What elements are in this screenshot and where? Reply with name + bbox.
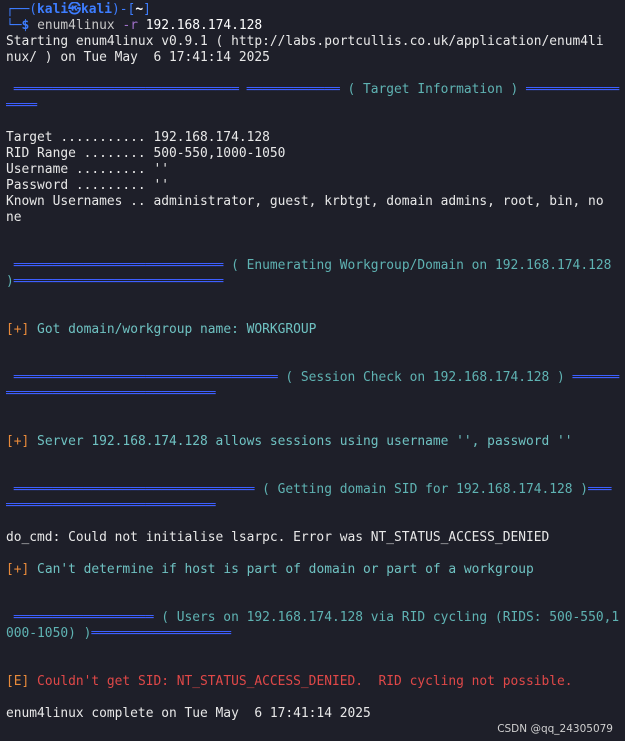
header-domain-sid: ═══════════════════════════════ ( Gettin… bbox=[6, 482, 612, 497]
csdn-watermark: CSDN @qq_24305079 bbox=[497, 723, 613, 735]
command-flag: -r bbox=[122, 18, 138, 33]
header-target-information: ═════════════════════════════ ══════════… bbox=[6, 82, 620, 97]
rid-range-line: RID Range ........ 500-550,1000-1050 bbox=[6, 146, 286, 161]
error-line: [E] Couldn't get SID: NT_STATUS_ACCESS_D… bbox=[6, 674, 573, 689]
known-usernames-line-2: ne bbox=[6, 210, 22, 225]
plus-tag: [+] bbox=[6, 434, 30, 449]
password-line: Password ......... '' bbox=[6, 178, 169, 193]
command-arg: 192.168.174.128 bbox=[145, 18, 263, 33]
target-line: Target ........... 192.168.174.128 bbox=[6, 130, 270, 145]
cant-determine-line: [+] Can't determine if host is part of d… bbox=[6, 562, 534, 577]
terminal-window[interactable]: ┌──(kali㉿kali)-[~] └─$ enum4linux -r 192… bbox=[0, 0, 625, 741]
prompt-dir: ~ bbox=[135, 2, 144, 17]
command-line[interactable]: └─$ enum4linux -r 192.168.174.128 bbox=[6, 18, 625, 34]
command-name: enum4linux bbox=[37, 18, 115, 33]
got-domain-line: [+] Got domain/workgroup name: WORKGROUP bbox=[6, 322, 317, 337]
prompt-host: kali bbox=[80, 2, 113, 17]
header-session-check-title: ( Session Check on 192.168.174.128 ) bbox=[285, 370, 565, 385]
header-target-information-title: ( Target Information ) bbox=[347, 82, 519, 97]
plus-tag: [+] bbox=[6, 322, 30, 337]
start-line-1: Starting enum4linux v0.9.1 ( http://labs… bbox=[6, 34, 604, 49]
header-rid-cycling: ══════════════════ ( Users on 192.168.17… bbox=[6, 610, 620, 625]
start-line-2: nux/ ) on Tue May 6 17:41:14 2025 bbox=[6, 50, 270, 65]
complete-line: enum4linux complete on Tue May 6 17:41:1… bbox=[6, 706, 371, 721]
server-allows-line: [+] Server 192.168.174.128 allows sessio… bbox=[6, 434, 573, 449]
header-workgroup-title: ( Enumerating Workgroup/Domain on 192.16… bbox=[231, 258, 612, 273]
prompt-user: kali bbox=[37, 2, 69, 17]
header-session-check-wrap: ═══════════════════════════ bbox=[6, 386, 216, 401]
header-rid-cycling-title: ( Users on 192.168.174.128 via RID cycli… bbox=[161, 610, 620, 625]
known-usernames-line-1: Known Usernames .. administrator, guest,… bbox=[6, 194, 604, 209]
header-target-information-wrap: ════ bbox=[6, 98, 38, 113]
header-workgroup: ═══════════════════════════ ( Enumeratin… bbox=[6, 258, 612, 273]
header-workgroup-wrap: )═══════════════════════════ bbox=[6, 274, 224, 289]
username-line: Username ......... '' bbox=[6, 162, 169, 177]
header-domain-sid-title: ( Getting domain SID for 192.168.174.128… bbox=[262, 482, 589, 497]
prompt-line-1: ┌──(kali㉿kali)-[~] bbox=[6, 2, 151, 17]
header-domain-sid-wrap: ═══════════════════════════ bbox=[6, 498, 216, 513]
prompt-at-symbol: ㉿ bbox=[68, 2, 81, 17]
header-session-check: ══════════════════════════════════ ( Ses… bbox=[6, 370, 620, 385]
header-rid-cycling-wrap: 000-1050) )══════════════════ bbox=[6, 626, 232, 641]
do-cmd-line: do_cmd: Could not initialise lsarpc. Err… bbox=[6, 530, 550, 545]
plus-tag: [+] bbox=[6, 562, 30, 577]
error-tag: [E] bbox=[6, 674, 30, 689]
